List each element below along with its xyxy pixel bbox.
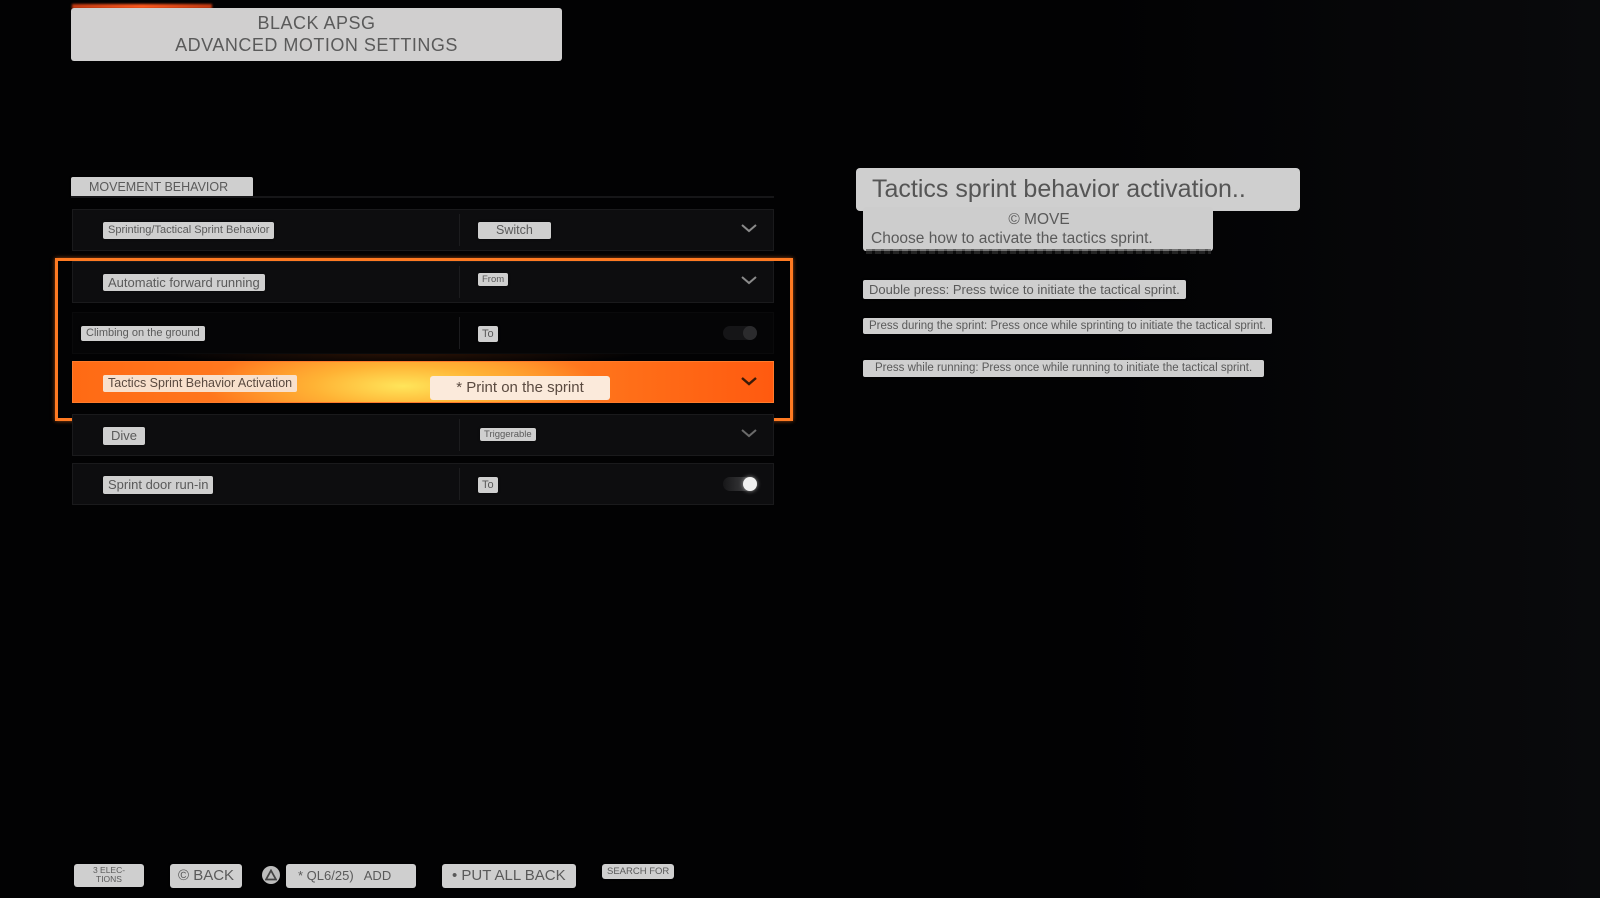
chevron-down-icon[interactable] bbox=[739, 221, 759, 235]
selections-button[interactable]: 3 ELEC- TIONS bbox=[74, 864, 144, 887]
move-hint: © MOVE bbox=[1008, 211, 1070, 228]
setting-value: To bbox=[478, 477, 498, 493]
setting-label: Sprint door run-in bbox=[103, 476, 214, 494]
description-subtitle: Choose how to activate the tactics sprin… bbox=[871, 230, 1153, 247]
setting-value[interactable]: Switch bbox=[478, 222, 551, 239]
ghost-text bbox=[866, 249, 1211, 254]
setting-row-dive[interactable]: Dive Triggerable bbox=[72, 414, 774, 456]
triangle-button-icon bbox=[262, 866, 280, 884]
put-all-back-button[interactable]: • PUT ALL BACK bbox=[442, 864, 576, 888]
add-button[interactable]: * QL6/25) ADD bbox=[286, 864, 416, 888]
page-title: BLACK APSG ADVANCED MOTION SETTINGS bbox=[71, 8, 562, 61]
chevron-down-icon[interactable] bbox=[739, 426, 759, 440]
page-title-line1: BLACK APSG bbox=[257, 13, 376, 33]
page-title-line2: ADVANCED MOTION SETTINGS bbox=[175, 35, 458, 55]
toggle-switch[interactable] bbox=[723, 477, 757, 491]
toggle-knob bbox=[743, 477, 757, 491]
column-divider bbox=[459, 214, 460, 246]
setting-row-sprint-door[interactable]: Sprint door run-in To bbox=[72, 463, 774, 505]
option-description-press-while-running: Press while running: Press once while ru… bbox=[863, 360, 1265, 377]
setting-row-sprint-behavior[interactable]: Sprinting/Tactical Sprint Behavior Switc… bbox=[72, 209, 774, 251]
description-subtitle-box: © MOVE Choose how to activate the tactic… bbox=[863, 207, 1213, 251]
back-button[interactable]: © BACK bbox=[170, 864, 243, 888]
description-title: Tactics sprint behavior activation.. bbox=[856, 168, 1300, 211]
setting-label: Dive bbox=[103, 427, 146, 445]
option-description-press-during-sprint: Press during the sprint: Press once whil… bbox=[863, 318, 1272, 334]
column-divider bbox=[459, 419, 460, 451]
focus-highlight-frame bbox=[55, 258, 793, 421]
background-gradient bbox=[1100, 0, 1600, 898]
option-description-double-press: Double press: Press twice to initiate th… bbox=[863, 280, 1186, 299]
section-header: MOVEMENT BEHAVIOR bbox=[71, 177, 253, 197]
search-button[interactable]: SEARCH FOR bbox=[602, 864, 675, 879]
setting-value[interactable]: Triggerable bbox=[480, 428, 536, 441]
column-divider bbox=[459, 468, 460, 500]
section-divider bbox=[71, 196, 774, 198]
setting-label: Sprinting/Tactical Sprint Behavior bbox=[103, 222, 275, 239]
